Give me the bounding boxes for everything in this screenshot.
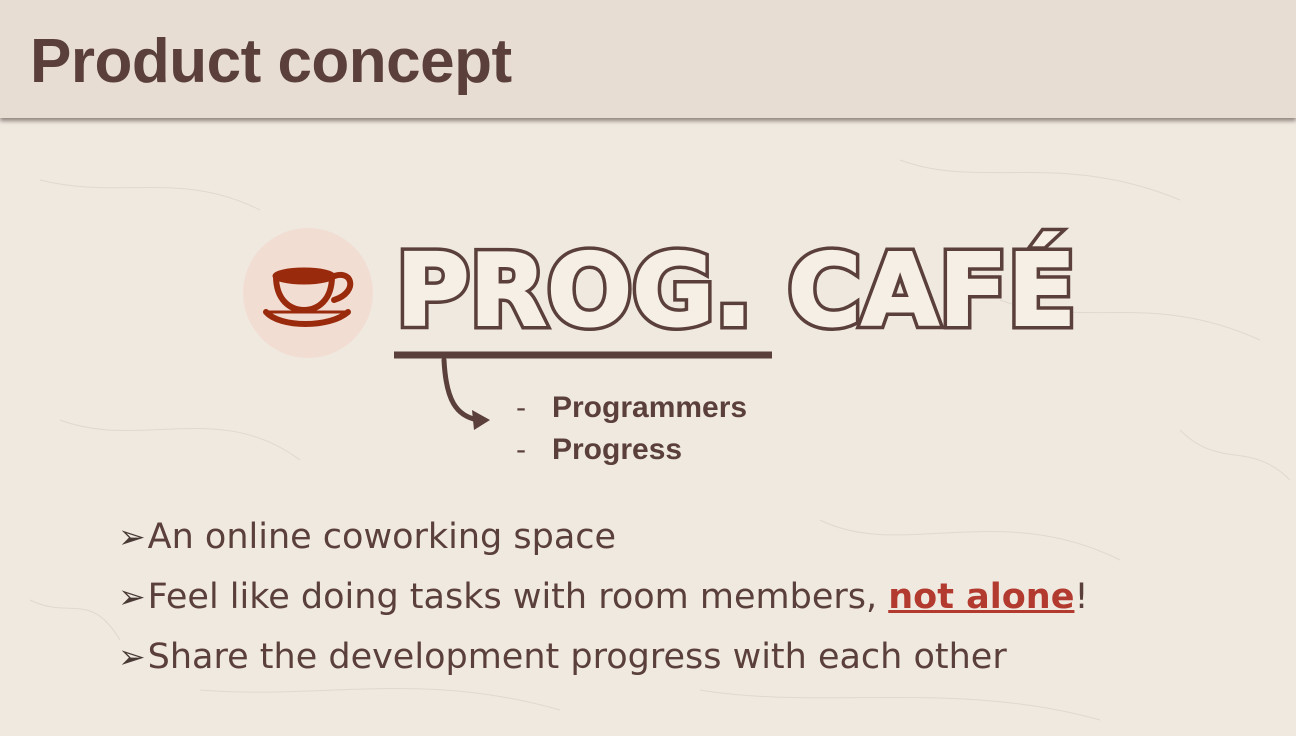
arrowhead-bullet-icon: ➢: [118, 517, 146, 556]
arrow-head-icon: [472, 410, 490, 430]
meaning-progress: Progress: [552, 433, 683, 466]
arrowhead-bullet-icon: ➢: [118, 577, 146, 616]
bullet-text: An online coworking space: [147, 517, 617, 557]
bullet-list: ➢An online coworking space ➢Feel like do…: [118, 512, 1088, 692]
bullet-item: ➢Share the development progress with eac…: [118, 632, 1088, 692]
dash-marker: -: [516, 433, 527, 466]
list-item: - Programmers: [516, 388, 747, 430]
meaning-programmers: Programmers: [552, 391, 748, 424]
logo-wordmark-inline: PROG. CAFÉ: [396, 232, 1076, 349]
emphasis-not-alone: not alone: [888, 577, 1075, 617]
arrowhead-bullet-icon: ➢: [118, 637, 146, 676]
bullet-text: Feel like doing tasks with room members,: [147, 577, 889, 617]
bullet-item: ➢Feel like doing tasks with room members…: [118, 572, 1088, 632]
list-item: - Progress: [516, 430, 747, 472]
bullet-item: ➢An online coworking space: [118, 512, 1088, 572]
logo-circle: [243, 228, 373, 358]
dash-marker: -: [516, 391, 527, 424]
bullet-text: Share the development progress with each…: [147, 637, 1007, 677]
prog-meaning-list: - Programmers - Progress: [516, 388, 747, 472]
bullet-suffix: !: [1074, 577, 1089, 617]
